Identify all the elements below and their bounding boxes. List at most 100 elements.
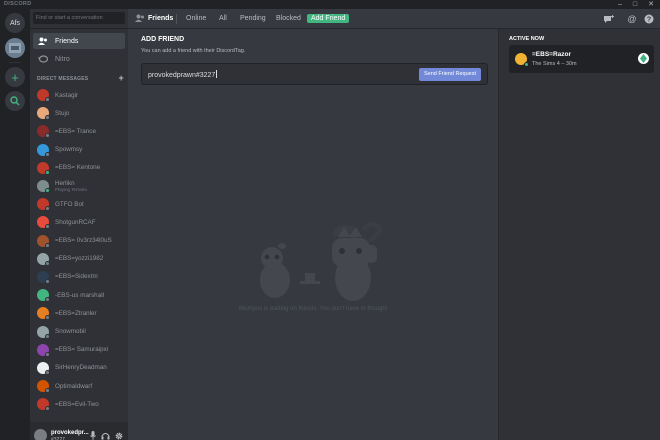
user-avatar[interactable] <box>34 429 47 440</box>
text-caret <box>216 70 218 78</box>
avatar <box>37 107 50 121</box>
nitro-icon <box>38 54 48 64</box>
friends-icon <box>135 14 145 25</box>
svg-text:?: ? <box>647 17 651 24</box>
list-item[interactable]: Snowmobil <box>33 322 125 340</box>
page-title: Friends <box>148 15 174 22</box>
help-button[interactable]: ? <box>643 13 655 25</box>
list-item[interactable]: Kastagir <box>33 86 125 104</box>
dm-name: =EBS=Evil-Two <box>55 401 99 408</box>
avatar <box>37 325 50 339</box>
avatar <box>37 198 50 212</box>
dm-header-label: DIRECT MESSAGES <box>37 76 89 82</box>
list-item[interactable]: Herlikn Playing Terraria <box>33 177 125 195</box>
avatar <box>37 398 50 412</box>
gear-icon <box>115 432 122 439</box>
list-item[interactable]: =EBS=yozzi1982 <box>33 250 125 268</box>
dm-name: -EBS-us marshall <box>55 292 104 299</box>
dm-name-text: ShotgunRCAF <box>55 218 96 226</box>
nav-nitro-label: Nitro <box>55 55 70 63</box>
tab-all[interactable]: All <box>219 15 227 22</box>
dm-list: Kastagir Stujo =EBS= Trance Spowmsy =EBS= Ke… <box>33 86 125 422</box>
tab-pending[interactable]: Pending <box>240 15 266 22</box>
list-item[interactable]: Optimaldwarf <box>33 377 125 395</box>
dm-name-text: GTFO Bot <box>55 200 84 208</box>
friends-topbar: Friends Online All Pending Blocked Add F… <box>128 9 660 29</box>
dm-name-text: Kastagir <box>55 91 79 99</box>
mentions-button[interactable]: @ <box>626 13 638 25</box>
list-item[interactable]: =EBS=Sidextm <box>33 268 125 286</box>
create-dm-button[interactable]: + <box>119 73 124 83</box>
dm-name-text: SirHenryDeadman <box>55 364 107 372</box>
send-friend-request-button[interactable]: Send Friend Request <box>419 68 481 81</box>
avatar <box>37 307 50 321</box>
user-name: provokedpr... <box>51 429 89 436</box>
friends-icon <box>38 36 48 46</box>
dm-name: SirHenryDeadman <box>55 364 107 371</box>
guild-icon-server[interactable] <box>5 38 25 58</box>
active-now-card[interactable]: =EBS=Razor The Sims 4 – 30m <box>509 45 654 73</box>
maximize-button[interactable]: □ <box>628 0 642 9</box>
deafen-button[interactable] <box>101 431 110 440</box>
dm-name: ShotgunRCAF <box>55 219 96 226</box>
status-indicator <box>45 224 50 230</box>
dm-name: Snowmobil <box>55 328 86 335</box>
list-item[interactable]: Stujo <box>33 104 125 122</box>
active-user-name: =EBS=Razor <box>532 51 572 58</box>
list-item[interactable]: =EBS= 0v3rz34l0uS <box>33 232 125 250</box>
list-item[interactable]: =EBS= Kentone <box>33 159 125 177</box>
tab-online[interactable]: Online <box>186 15 206 22</box>
dm-name: =EBS=Ztranler <box>55 310 97 317</box>
list-item[interactable]: =EBS= Trance <box>33 122 125 140</box>
new-message-icon <box>604 14 614 23</box>
divider <box>176 14 177 24</box>
add-friend-title: ADD FRIEND <box>141 36 185 43</box>
add-server-button[interactable]: + <box>5 67 25 87</box>
list-item[interactable]: =EBS= Samuraipxi <box>33 341 125 359</box>
close-button[interactable]: ✕ <box>644 0 658 9</box>
list-item[interactable]: -EBS-us marshall <box>33 286 125 304</box>
dm-name-text: Stujo <box>55 109 70 117</box>
dm-name-text: Herlikn <box>55 180 75 188</box>
search-input[interactable]: Find or start a conversation <box>33 12 125 24</box>
user-settings-button[interactable] <box>114 431 123 440</box>
tab-blocked[interactable]: Blocked <box>276 15 301 22</box>
status-indicator <box>45 351 50 357</box>
list-item[interactable]: GTFO Bot <box>33 195 125 213</box>
dm-name: =EBS= Samuraipxi <box>55 346 108 353</box>
dm-name-text: =EBS=yozzi1982 <box>55 255 104 263</box>
nav-nitro[interactable]: Nitro <box>33 51 125 67</box>
dm-name-text: Spowmsy <box>55 146 83 154</box>
status-indicator <box>45 206 50 212</box>
dm-name-text: =EBS=Evil-Two <box>55 400 99 408</box>
minimize-button[interactable]: – <box>613 0 627 9</box>
dm-name: GTFO Bot <box>55 201 84 208</box>
status-indicator <box>45 406 50 412</box>
headphones-icon <box>101 432 110 439</box>
list-item[interactable]: ShotgunRCAF <box>33 213 125 231</box>
add-friend-form: provokedprawn#3227 Send Friend Request <box>141 63 488 85</box>
list-item[interactable]: SirHenryDeadman <box>33 359 125 377</box>
status-indicator <box>45 278 50 284</box>
avatar <box>37 89 50 103</box>
guild-bar: Afs + <box>0 9 30 440</box>
user-panel: provokedpr... #3227 <box>30 422 128 440</box>
tab-add-friend[interactable]: Add Friend <box>307 14 350 23</box>
mute-button[interactable] <box>88 431 97 440</box>
dm-name: =EBS=yozzi1982 <box>55 255 103 262</box>
discord-tag-value: provokedprawn#3227 <box>148 72 216 79</box>
list-item[interactable]: Spowmsy <box>33 141 125 159</box>
guild-afs[interactable]: Afs <box>5 13 25 33</box>
list-item[interactable]: =EBS=Evil-Two <box>33 395 125 413</box>
discord-tag-input[interactable]: provokedprawn#3227 <box>148 70 218 79</box>
new-group-dm-button[interactable] <box>603 13 615 25</box>
search-icon <box>10 96 20 106</box>
game-icon <box>638 53 649 64</box>
dm-name-text: =EBS= 0v3rz34l0uS <box>55 237 112 245</box>
nav-friends[interactable]: Friends <box>33 33 125 49</box>
dm-name: Optimaldwarf <box>55 383 92 390</box>
explore-servers-button[interactable] <box>5 91 25 111</box>
dm-header: DIRECT MESSAGES + <box>37 73 124 83</box>
avatar <box>37 234 50 248</box>
list-item[interactable]: =EBS=Ztranler <box>33 304 125 322</box>
